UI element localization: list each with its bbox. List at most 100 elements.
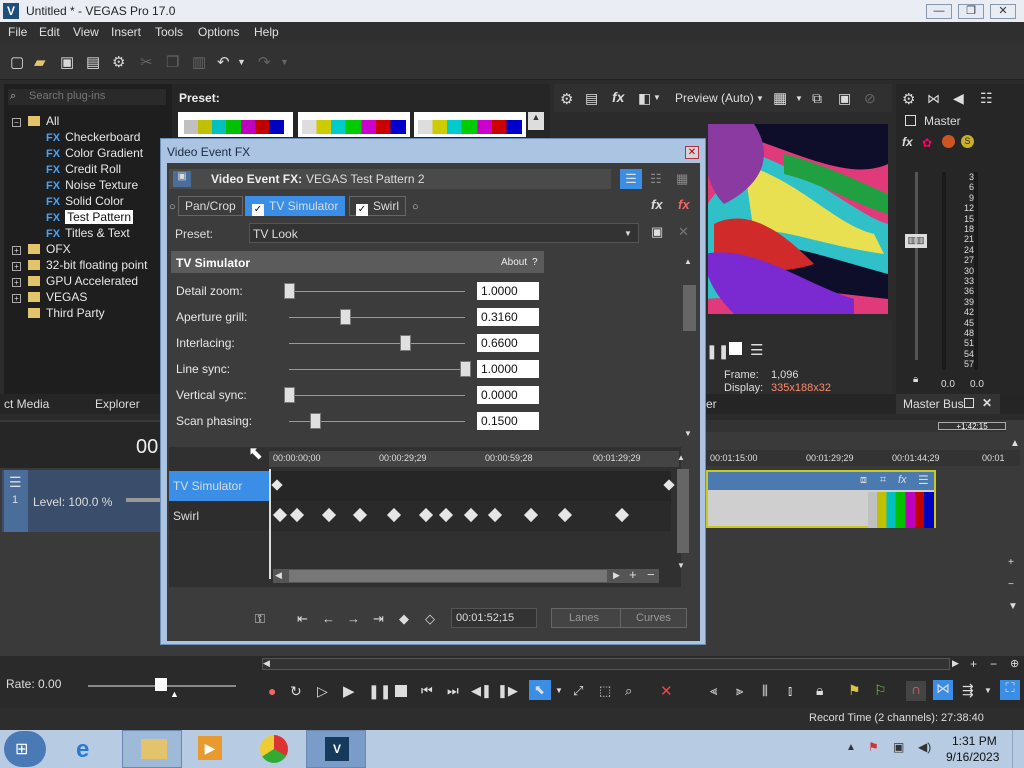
master-fx-icon[interactable]: fx: [902, 135, 913, 149]
list-view-icon[interactable]: ☷: [650, 171, 662, 187]
event-pan-crop-icon[interactable]: ⧈: [860, 474, 867, 487]
downmix-icon[interactable]: ◀: [953, 90, 964, 107]
level-slider[interactable]: [126, 498, 160, 502]
about-help-icon[interactable]: ?: [532, 257, 538, 268]
plugin-item-solid-color[interactable]: FX Solid Color: [46, 194, 124, 208]
master-output-icon[interactable]: [942, 135, 955, 148]
kf-zoom-out-icon[interactable]: −: [647, 567, 655, 582]
param-slider-track[interactable]: [289, 395, 465, 396]
param-slider-track[interactable]: [289, 343, 465, 344]
keyframe-marker[interactable]: [557, 507, 573, 523]
cut-icon[interactable]: ✂: [140, 53, 153, 71]
remove-fx-icon[interactable]: fx: [678, 197, 690, 212]
clock-time[interactable]: 1:31 PM: [952, 734, 997, 748]
chain-pancrop[interactable]: Pan/Crop: [178, 196, 243, 216]
dialog-close-button[interactable]: ✕: [685, 146, 699, 159]
tree-folder-ofx[interactable]: + OFX: [12, 242, 71, 256]
taskbar-explorer[interactable]: [122, 730, 182, 768]
scroll-up-arrow[interactable]: ▲: [528, 112, 544, 130]
region-icon[interactable]: ⚐: [874, 682, 887, 699]
kf-lane-swirl[interactable]: [269, 501, 671, 531]
open-folder-icon[interactable]: ▰: [34, 53, 46, 71]
param-value-input[interactable]: 1.0000: [477, 282, 539, 300]
loop-playback-icon[interactable]: ↻: [290, 683, 302, 700]
save-icon[interactable]: ▣: [60, 53, 74, 71]
previous-keyframe-icon[interactable]: ←: [322, 611, 335, 626]
normal-edit-tool[interactable]: ⬉: [529, 680, 551, 700]
master-solo-icon[interactable]: S: [961, 135, 974, 148]
chrome-icon[interactable]: [260, 735, 288, 763]
master-link-icon[interactable]: ⋈: [927, 91, 940, 107]
horizontal-scrollbar[interactable]: [262, 658, 950, 670]
overlays-grid-icon[interactable]: ▦: [773, 89, 787, 107]
sync-cursor-icon[interactable]: ⚿: [255, 611, 265, 627]
volume-icon[interactable]: ◀︎): [918, 740, 931, 754]
keyframe-marker[interactable]: [614, 507, 630, 523]
kf-scroll-down-icon[interactable]: ▼: [677, 561, 685, 570]
trim-start-icon[interactable]: ⫷: [710, 683, 717, 699]
go-to-end-icon[interactable]: ⏭︎: [447, 683, 459, 699]
kf-vertical-scrollbar[interactable]: ▲ ▼: [677, 453, 689, 573]
tv-simulator-checkbox[interactable]: ✓: [252, 204, 264, 216]
stop-icon[interactable]: [729, 342, 742, 355]
render-icon[interactable]: ▤: [86, 53, 100, 71]
snapping-icon[interactable]: ∩: [906, 681, 926, 701]
first-keyframe-icon[interactable]: ⇤: [297, 611, 308, 627]
param-slider-thumb[interactable]: [284, 283, 295, 299]
next-keyframe-icon[interactable]: →: [347, 611, 360, 626]
keyframe-marker[interactable]: [663, 479, 675, 491]
tree-folder-third-party[interactable]: Third Party: [28, 306, 105, 320]
preview-fx-icon[interactable]: fx: [612, 89, 624, 105]
lock-envelopes-icon[interactable]: ⛶: [1000, 680, 1020, 700]
play-icon[interactable]: ▶: [343, 682, 355, 700]
plugin-item-noise-texture[interactable]: FX Noise Texture: [46, 178, 138, 192]
marker-icon[interactable]: ⚑: [848, 682, 861, 699]
redo-icon[interactable]: ↷: [258, 53, 271, 71]
expand-icon[interactable]: +: [12, 246, 21, 255]
next-frame-icon[interactable]: ❚▶: [497, 683, 518, 699]
timeline-expand-icon[interactable]: ▲: [1010, 438, 1020, 449]
close-icon[interactable]: ✕: [982, 396, 992, 410]
plugin-item-titles-text[interactable]: FX Titles & Text: [46, 226, 130, 240]
plugin-item-credit-roll[interactable]: FX Credit Roll: [46, 162, 121, 176]
keyframe-marker[interactable]: [463, 507, 479, 523]
param-value-input[interactable]: 0.3160: [477, 308, 539, 326]
ripple-edit-icon[interactable]: ⇶: [962, 682, 974, 699]
close-button[interactable]: ✕: [990, 4, 1016, 19]
tree-folder-32bit[interactable]: +32-bit floating point: [12, 258, 147, 272]
scroll-thumb[interactable]: [683, 285, 696, 331]
kf-scroll-up-icon[interactable]: ▲: [677, 453, 685, 462]
ripple-dropdown-icon[interactable]: ▼: [984, 686, 992, 695]
about-link[interactable]: About: [501, 257, 527, 268]
tree-all[interactable]: − All: [12, 114, 59, 128]
envelope-tool-icon[interactable]: ⤢: [573, 683, 583, 699]
action-center-icon[interactable]: ⚑: [868, 740, 879, 754]
kf-cursor[interactable]: [269, 469, 271, 579]
add-keyframe-icon[interactable]: ◆: [399, 611, 409, 627]
zoom-tool-icon[interactable]: ⊕: [1010, 657, 1019, 670]
delete-preset-icon[interactable]: ✕: [678, 224, 689, 240]
clock-date[interactable]: 9/16/2023: [946, 750, 999, 764]
kf-vscroll-thumb[interactable]: [677, 469, 689, 553]
scroll-down-icon[interactable]: ▼: [1008, 596, 1018, 618]
trim-icon[interactable]: ⫾: [788, 683, 792, 699]
new-file-icon[interactable]: ▢: [10, 53, 24, 71]
tab-master-bus[interactable]: Master Bus ✕: [896, 394, 1000, 414]
lock-event-icon[interactable]: 🔒︎: [816, 682, 823, 699]
copy-snapshot-icon[interactable]: ⧉: [812, 90, 822, 107]
kf-track-swirl[interactable]: Swirl: [169, 501, 269, 531]
show-hidden-icons[interactable]: ▲: [846, 742, 856, 753]
param-value-input[interactable]: 0.1500: [477, 412, 539, 430]
scroll-left-icon[interactable]: ◀: [263, 658, 270, 669]
paste-icon[interactable]: ▥: [192, 53, 206, 71]
tree-folder-gpu[interactable]: + GPU Accelerated: [12, 274, 138, 288]
keyframe-marker[interactable]: [487, 507, 503, 523]
zoom-in-time-icon[interactable]: +: [970, 657, 977, 671]
lock-icon[interactable]: 🔒︎: [913, 374, 918, 385]
selection-tool-icon[interactable]: ⬚: [599, 683, 611, 699]
param-value-input[interactable]: 0.6600: [477, 334, 539, 352]
trim-end-icon[interactable]: ⫸: [736, 683, 743, 699]
kf-scroll-right-icon[interactable]: ▶: [613, 570, 620, 581]
param-slider-thumb[interactable]: [400, 335, 412, 351]
param-value-input[interactable]: 0.0000: [477, 386, 539, 404]
